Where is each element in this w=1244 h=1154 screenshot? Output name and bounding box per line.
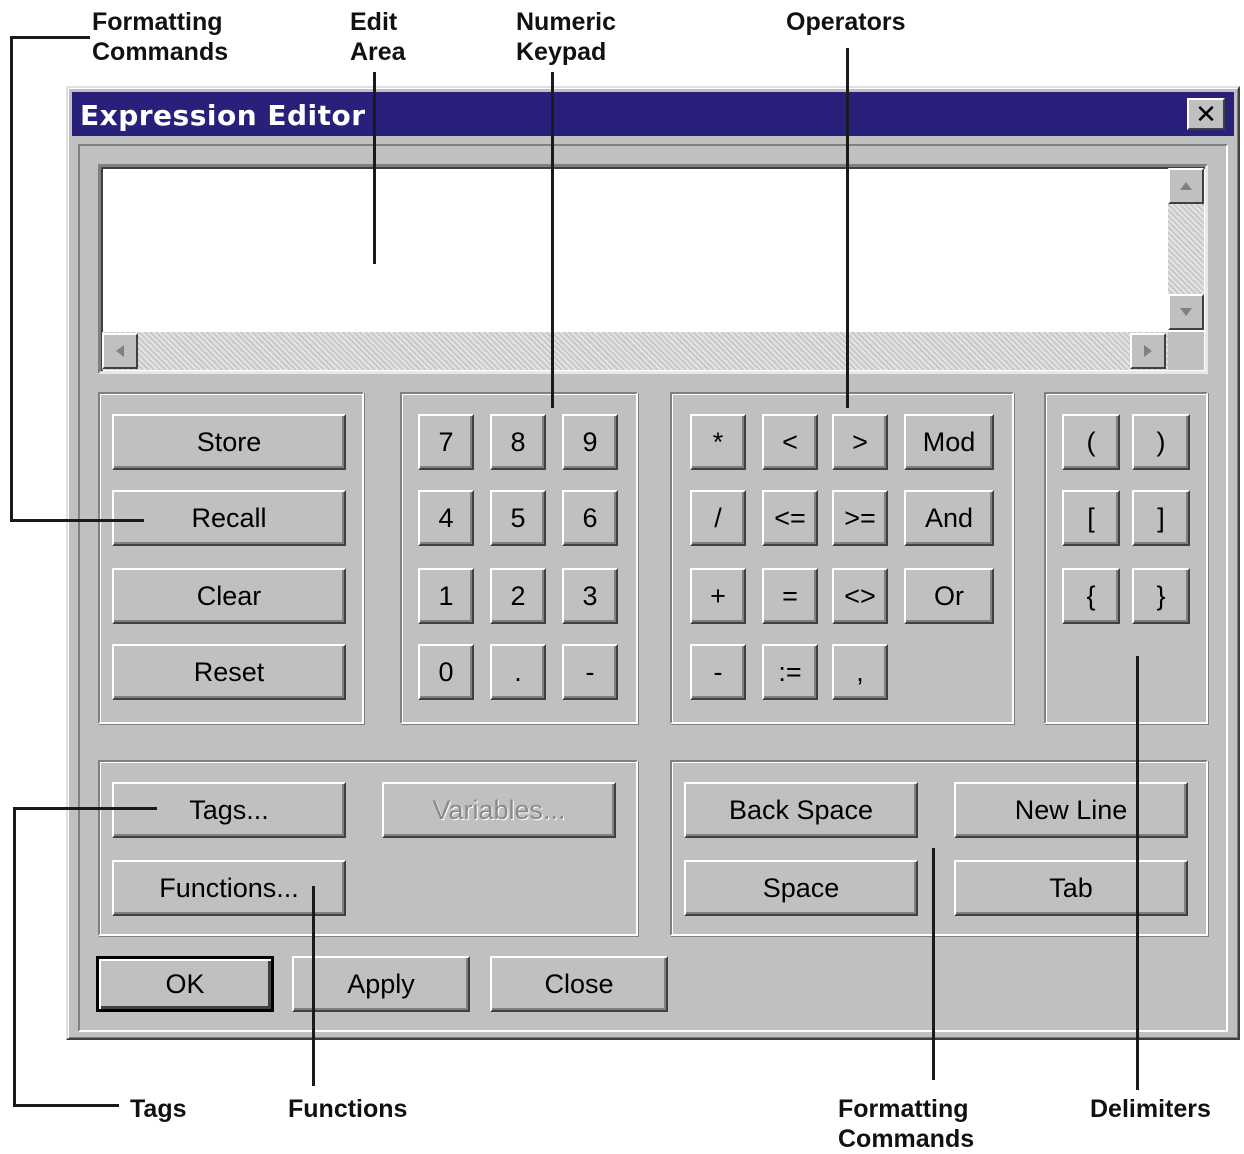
leader-line [13, 1104, 119, 1107]
leader-line [846, 48, 849, 408]
key-4[interactable]: 4 [418, 490, 474, 546]
tab-button[interactable]: Tab [954, 860, 1188, 916]
delimiter-right-brace[interactable]: } [1132, 568, 1190, 624]
key-5[interactable]: 5 [490, 490, 546, 546]
callout-tags: Tags [130, 1095, 187, 1123]
leader-line [13, 807, 16, 1107]
ok-button[interactable]: OK [96, 956, 274, 1012]
callout-operators: Operators [786, 8, 906, 36]
arrow-left-icon [116, 345, 124, 357]
apply-button[interactable]: Apply [292, 956, 470, 1012]
reset-button[interactable]: Reset [112, 644, 346, 700]
arrow-right-icon [1144, 345, 1152, 357]
close-icon: ✕ [1195, 99, 1217, 129]
delimiter-right-bracket[interactable]: ] [1132, 490, 1190, 546]
callout-delimiters: Delimiters [1090, 1095, 1211, 1123]
new-line-button[interactable]: New Line [954, 782, 1188, 838]
key-1[interactable]: 1 [418, 568, 474, 624]
leader-line [10, 36, 90, 39]
operator-or[interactable]: Or [904, 568, 994, 624]
operator-greater-equal[interactable]: >= [832, 490, 888, 546]
key-decimal-point[interactable]: . [490, 644, 546, 700]
operator-less-than[interactable]: < [762, 414, 818, 470]
functions-button[interactable]: Functions... [112, 860, 346, 916]
operator-multiply[interactable]: * [690, 414, 746, 470]
callout-functions: Functions [288, 1095, 408, 1123]
operator-and[interactable]: And [904, 490, 994, 546]
delimiter-left-brace[interactable]: { [1062, 568, 1120, 624]
key-6[interactable]: 6 [562, 490, 618, 546]
store-button[interactable]: Store [112, 414, 346, 470]
leader-line [13, 807, 157, 810]
arrow-down-icon [1180, 308, 1192, 316]
key-8[interactable]: 8 [490, 414, 546, 470]
key-7[interactable]: 7 [418, 414, 474, 470]
horizontal-scrollbar[interactable] [102, 332, 1168, 370]
leader-line [312, 886, 315, 1086]
callout-edit-area: Edit Area [350, 8, 406, 66]
callout-formatting-commands-bottom: Formatting Commands [838, 1095, 975, 1153]
operator-comma[interactable]: , [832, 644, 888, 700]
leader-line [1136, 656, 1139, 1090]
window-title: Expression Editor [80, 99, 366, 132]
operator-plus[interactable]: + [690, 568, 746, 624]
operator-greater-than[interactable]: > [832, 414, 888, 470]
scroll-left-button[interactable] [102, 333, 138, 369]
variables-button[interactable]: Variables... [382, 782, 616, 838]
close-button[interactable]: Close [490, 956, 668, 1012]
leader-line [10, 519, 144, 522]
scroll-right-button[interactable] [1130, 333, 1166, 369]
key-9[interactable]: 9 [562, 414, 618, 470]
scroll-corner [1168, 332, 1204, 370]
callout-numeric-keypad: Numeric Keypad [516, 8, 617, 66]
tags-button[interactable]: Tags... [112, 782, 346, 838]
key-negative[interactable]: - [562, 644, 618, 700]
leader-line [551, 72, 554, 408]
callout-formatting-commands-top: Formatting Commands [92, 8, 229, 66]
operator-divide[interactable]: / [690, 490, 746, 546]
operator-not-equal[interactable]: <> [832, 568, 888, 624]
operator-mod[interactable]: Mod [904, 414, 994, 470]
leader-line [373, 72, 376, 264]
operator-minus[interactable]: - [690, 644, 746, 700]
close-window-button[interactable]: ✕ [1187, 98, 1225, 130]
key-3[interactable]: 3 [562, 568, 618, 624]
operator-less-equal[interactable]: <= [762, 490, 818, 546]
scroll-up-button[interactable] [1168, 168, 1204, 204]
delimiter-left-bracket[interactable]: [ [1062, 490, 1120, 546]
delimiter-right-paren[interactable]: ) [1132, 414, 1190, 470]
recall-button[interactable]: Recall [112, 490, 346, 546]
leader-line [10, 36, 13, 522]
operator-equal[interactable]: = [762, 568, 818, 624]
key-0[interactable]: 0 [418, 644, 474, 700]
leader-line [932, 848, 935, 1080]
backspace-button[interactable]: Back Space [684, 782, 918, 838]
delimiter-left-paren[interactable]: ( [1062, 414, 1120, 470]
arrow-up-icon [1180, 182, 1192, 190]
space-button[interactable]: Space [684, 860, 918, 916]
key-2[interactable]: 2 [490, 568, 546, 624]
scroll-down-button[interactable] [1168, 294, 1204, 330]
operator-assign[interactable]: := [762, 644, 818, 700]
clear-button[interactable]: Clear [112, 568, 346, 624]
